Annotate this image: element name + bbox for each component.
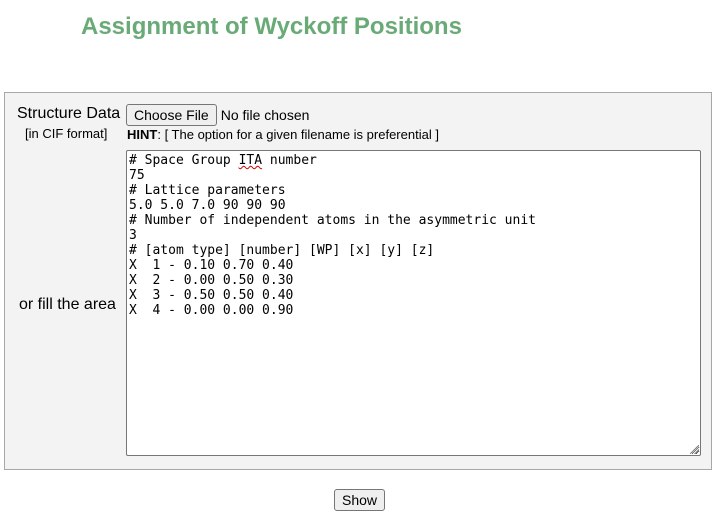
fill-area-label: or fill the area: [19, 296, 116, 313]
textarea-line: # [atom type] [number] [WP] [x] [y] [z]: [129, 243, 435, 258]
textarea-line: # Space Group ITA number: [129, 153, 317, 168]
cif-textarea[interactable]: # Space Group ITA number 75 # Lattice para…: [126, 150, 701, 456]
textarea-line: X 1 - 0.10 0.70 0.40: [129, 258, 294, 273]
misspelled-word: ITA: [238, 153, 263, 168]
cif-format-label: [in CIF format]: [25, 126, 108, 141]
textarea-line: 75: [129, 168, 145, 183]
resize-grip-icon[interactable]: [690, 445, 699, 454]
hint-message: : [ The option for a given filename is p…: [157, 127, 439, 142]
page-title: Assignment of Wyckoff Positions: [81, 13, 462, 40]
choose-file-button[interactable]: Choose File: [126, 104, 217, 126]
structure-data-panel: Structure Data [in CIF format] or fill t…: [4, 92, 712, 470]
textarea-line: X 2 - 0.00 0.50 0.30: [129, 273, 294, 288]
page: Assignment of Wyckoff Positions Structur…: [0, 0, 720, 519]
textarea-line: 5.0 5.0 7.0 90 90 90: [129, 198, 286, 213]
file-input[interactable]: Choose File No file chosen: [126, 104, 309, 126]
textarea-line: # Lattice parameters: [129, 183, 286, 198]
hint-text: HINT: [ The option for a given filename …: [127, 127, 439, 142]
file-status-text: No file chosen: [220, 107, 310, 123]
textarea-line: X 4 - 0.00 0.00 0.90: [129, 303, 294, 318]
textarea-line: # Number of independent atoms in the asy…: [129, 213, 536, 228]
show-button[interactable]: Show: [334, 489, 386, 511]
hint-label: HINT: [127, 127, 158, 142]
textarea-line: X 3 - 0.50 0.50 0.40: [129, 288, 294, 303]
textarea-line: 3: [129, 228, 137, 243]
structure-data-label: Structure Data: [17, 105, 121, 122]
